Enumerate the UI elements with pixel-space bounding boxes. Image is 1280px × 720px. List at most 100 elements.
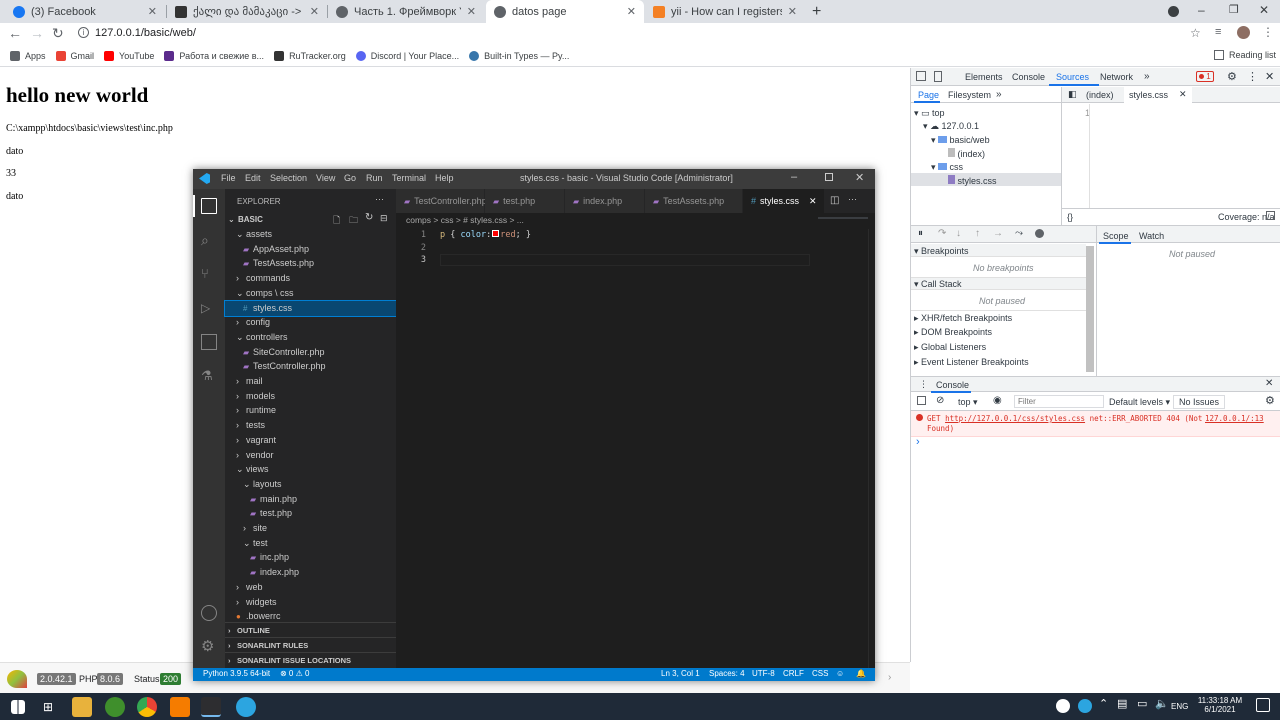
file-tree-item[interactable]: ▰ SiteController.php — [225, 345, 396, 360]
tray-app-icon[interactable] — [1056, 699, 1070, 713]
file-tree-item[interactable]: ▰ AppAsset.php — [225, 242, 396, 257]
windows-start-icon[interactable] — [11, 700, 25, 714]
new-tab-button[interactable]: + — [812, 3, 821, 21]
file-tree-item[interactable]: › models — [225, 389, 396, 404]
bookmark-python[interactable]: Built-in Types — Py... — [469, 50, 569, 61]
tab-close-icon[interactable]: ✕ — [310, 5, 319, 18]
global-listeners-section[interactable]: ▸ Global Listeners — [914, 342, 986, 353]
menu-selection[interactable]: Selection — [270, 173, 307, 183]
watch-tab[interactable]: Watch — [1139, 231, 1164, 241]
log-levels-dropdown[interactable]: Default levels ▾ — [1109, 397, 1170, 408]
file-tree-item[interactable]: ⌄ controllers — [225, 330, 396, 345]
drawer-close-icon[interactable]: ✕ — [1265, 378, 1273, 389]
telegram-icon[interactable] — [236, 697, 256, 717]
profile-avatar[interactable] — [1237, 26, 1250, 39]
bookmark-gmail[interactable]: Gmail — [55, 50, 94, 61]
debugger-scrollbar[interactable] — [1086, 246, 1094, 372]
nav-more-icon[interactable]: » — [996, 89, 1002, 100]
editor-scrollbar[interactable] — [868, 229, 875, 668]
explorer-files-icon[interactable] — [201, 198, 217, 214]
xhr-breakpoints-section[interactable]: ▸ XHR/fetch Breakpoints — [914, 313, 1012, 324]
console-drawer-tab[interactable]: Console — [936, 380, 969, 390]
editor-tab-test[interactable]: ▰ test.php — [485, 189, 565, 213]
address-bar[interactable]: i 127.0.0.1/basic/web/ — [74, 25, 1214, 43]
editor-tab-styles[interactable]: # styles.css ✕ — [743, 189, 825, 213]
clear-console-icon[interactable]: ⊘ — [936, 395, 944, 406]
console-prompt[interactable]: › — [916, 436, 920, 448]
devtools-menu-icon[interactable]: ⋮ — [1247, 70, 1258, 83]
vscode-close-button[interactable]: ✕ — [855, 171, 864, 184]
editor-tab-testcontroller[interactable]: ▰ TestController.php — [396, 189, 487, 213]
browser-tab-facebook[interactable]: (3) Facebook ✕ — [5, 0, 165, 23]
file-tree-item[interactable]: › tests — [225, 418, 396, 433]
error-url-link[interactable]: http://127.0.0.1/css/styles.css — [945, 414, 1085, 423]
editor-tab-styles[interactable]: styles.css — [1129, 90, 1168, 100]
console-settings-gear-icon[interactable]: ⚙ — [1265, 394, 1275, 407]
file-tree-item[interactable]: ⌄ layouts — [225, 477, 396, 492]
status-code-badge[interactable]: 200 — [160, 673, 182, 685]
pause-on-exceptions-icon[interactable] — [1035, 229, 1044, 238]
bookmark-discord[interactable]: Discord | Your Place... — [355, 50, 459, 61]
reading-list-button[interactable]: Reading list — [1214, 50, 1276, 60]
nav-tab-filesystem[interactable]: Filesystem — [948, 90, 991, 100]
inspect-icon[interactable] — [916, 71, 926, 81]
tab-search-icon[interactable] — [1168, 6, 1179, 17]
console-filter-input[interactable] — [1014, 395, 1104, 408]
tab-sources[interactable]: Sources — [1056, 72, 1089, 82]
editor-tab-close-icon[interactable]: ✕ — [1179, 89, 1187, 100]
testing-flask-icon[interactable]: ⚗ — [201, 368, 217, 384]
tab-close-icon[interactable]: ✕ — [788, 5, 797, 18]
tab-close-icon[interactable]: ✕ — [467, 5, 476, 18]
xampp-icon[interactable] — [170, 697, 190, 717]
file-tree-item[interactable]: › vendor — [225, 448, 396, 463]
tab-elements[interactable]: Elements — [965, 72, 1003, 82]
drawer-menu-icon[interactable]: ⋮ — [919, 379, 928, 390]
file-tree-item[interactable]: › widgets — [225, 595, 396, 610]
outline-section[interactable]: › OUTLINE — [225, 622, 396, 637]
run-debug-icon[interactable]: ▷ — [201, 300, 217, 316]
file-tree-item[interactable]: ⌄ comps \ css — [225, 286, 396, 301]
clock[interactable]: 11:33:18 AM 6/1/2021 — [1196, 696, 1244, 714]
menu-terminal[interactable]: Terminal — [392, 173, 426, 183]
file-tree-item[interactable]: › mail — [225, 374, 396, 389]
menu-dots-icon[interactable]: ⋮ — [1262, 25, 1274, 39]
file-tree-item[interactable]: # styles.css — [224, 299, 397, 317]
collapse-debug-icon[interactable]: › — [888, 672, 891, 683]
breadcrumb[interactable]: comps > css > # styles.css > ... — [406, 215, 524, 225]
file-tree-item[interactable]: › vagrant — [225, 433, 396, 448]
step-out-icon[interactable]: ↑ — [975, 228, 980, 239]
minimap[interactable] — [818, 217, 868, 219]
step-into-icon[interactable]: ↓ — [956, 228, 961, 239]
more-tabs-icon[interactable]: » — [1144, 71, 1150, 82]
language-mode[interactable]: CSS — [812, 669, 828, 678]
editor-tab-index[interactable]: (index) — [1086, 90, 1114, 100]
tab-network[interactable]: Network — [1100, 72, 1133, 82]
color-swatch[interactable] — [492, 230, 500, 237]
sonarlint-rules-section[interactable]: › SONARLINT RULES — [225, 637, 396, 652]
console-sidebar-icon[interactable] — [917, 396, 926, 405]
menu-help[interactable]: Help — [435, 173, 454, 183]
vscode-minimize-button[interactable]: – — [791, 171, 797, 183]
tab-close-icon[interactable]: ✕ — [627, 5, 636, 18]
file-tree-item[interactable]: ⌄ views — [225, 462, 396, 477]
forward-arrow-icon[interactable]: → — [30, 25, 44, 41]
search-icon[interactable]: ⌕ — [201, 232, 217, 248]
breakpoints-section[interactable]: ▾ Breakpoints — [914, 246, 969, 257]
issues-button[interactable]: No Issues — [1173, 395, 1226, 409]
python-interpreter[interactable]: Python 3.9.5 64-bit — [203, 669, 270, 678]
url-text[interactable]: 127.0.0.1/basic/web/ — [95, 27, 196, 39]
call-stack-section[interactable]: ▾ Call Stack — [914, 279, 962, 290]
file-tree-item[interactable]: › web — [225, 580, 396, 595]
tree-top[interactable]: ▾ ▭ top — [914, 108, 945, 119]
pretty-print-button[interactable]: {} — [1067, 212, 1073, 222]
cursor-position[interactable]: Ln 3, Col 1 — [661, 669, 700, 678]
bookmark-rutracker[interactable]: RuTracker.org — [274, 50, 346, 61]
indentation[interactable]: Spaces: 4 — [709, 669, 745, 678]
notifications-bell-icon[interactable]: 🔔 — [856, 669, 866, 678]
menu-view[interactable]: View — [316, 173, 335, 183]
menu-go[interactable]: Go — [344, 173, 356, 183]
sonarlint-issues-section[interactable]: › SONARLINT ISSUE LOCATIONS — [225, 652, 396, 668]
extensions-icon[interactable] — [201, 334, 217, 350]
vscode-taskbar-icon[interactable] — [201, 697, 221, 717]
reload-icon[interactable]: ↻ — [52, 25, 64, 42]
